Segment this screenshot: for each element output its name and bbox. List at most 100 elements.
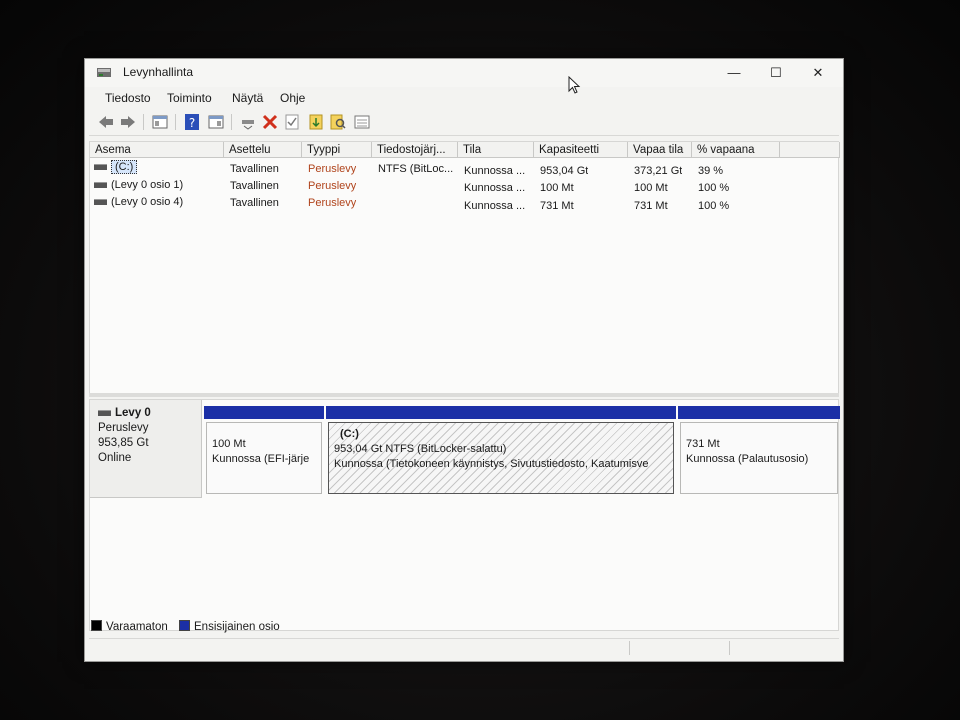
partition-body: 731 Mt Kunnossa (Palautusosio)	[680, 422, 838, 494]
disk-name-row: Levy 0	[98, 406, 201, 421]
check-icon[interactable]	[283, 113, 301, 131]
maximize-button[interactable]: ☐	[759, 62, 793, 84]
partition-size: 100 Mt	[212, 438, 246, 450]
layout-cell: Tavallinen	[230, 197, 279, 209]
menu-toiminto[interactable]: Toiminto	[167, 91, 212, 105]
search-icon[interactable]	[329, 113, 347, 131]
toolbar-separator	[143, 114, 144, 130]
column-header-tila[interactable]: Tila	[458, 142, 534, 158]
status-cell: Kunnossa ...	[464, 182, 526, 194]
volume-name-cell: (Levy 0 osio 4)	[94, 195, 183, 210]
column-header-prosentti-vapaana[interactable]: % vapaana	[692, 142, 780, 158]
legend-swatch	[91, 620, 102, 631]
volume-name-cell: (C:)	[94, 160, 138, 175]
partition-label	[212, 427, 316, 437]
drive-icon	[94, 182, 107, 189]
delete-icon[interactable]	[261, 113, 279, 131]
forward-icon[interactable]	[119, 113, 137, 131]
volume-list: Asema Asettelu Tyyppi Tiedostojärj... Ti…	[89, 141, 840, 395]
partition-efi[interactable]: 100 Mt Kunnossa (EFI-järje	[204, 406, 324, 498]
menu-bar: Tiedosto Toiminto Näytä Ohje	[85, 87, 843, 109]
menu-tiedosto[interactable]: Tiedosto	[105, 91, 151, 105]
column-header-tiedostojarjestelma[interactable]: Tiedostojärj...	[372, 142, 458, 158]
legend-item-unallocated: Varaamaton	[91, 620, 168, 633]
free-space-cell: 731 Mt	[634, 200, 668, 212]
legend-label: Ensisijainen osio	[194, 621, 280, 633]
legend-item-primary: Ensisijainen osio	[179, 620, 280, 633]
column-header-tyyppi[interactable]: Tyyppi	[302, 142, 372, 158]
capacity-cell: 100 Mt	[540, 182, 574, 194]
menu-nayta[interactable]: Näytä	[232, 91, 263, 105]
volume-name: (Levy 0 osio 4)	[111, 196, 184, 208]
toolbar: ?	[89, 109, 839, 136]
pane-splitter[interactable]	[89, 393, 839, 397]
status-segment	[629, 641, 630, 655]
legend-label: Varaamaton	[106, 621, 168, 633]
status-cell: Kunnossa ...	[464, 165, 526, 177]
close-button[interactable]: ✕	[801, 62, 835, 84]
volume-name: (Levy 0 osio 1)	[111, 179, 184, 191]
primary-partition-bar	[326, 406, 676, 419]
partition-label	[686, 427, 832, 437]
partition-size: 731 Mt	[686, 438, 720, 450]
column-header-kapasiteetti[interactable]: Kapasiteetti	[534, 142, 628, 158]
partition-label: (C:)	[340, 428, 359, 440]
layout-cell: Tavallinen	[230, 180, 279, 192]
column-header-vapaa-tila[interactable]: Vapaa tila	[628, 142, 692, 158]
partition-body: (C:) 953,04 Gt NTFS (BitLocker-salattu) …	[328, 422, 674, 494]
disk-size: 953,85 Gt	[98, 437, 149, 449]
status-segment	[729, 641, 730, 655]
disk-map: Levy 0 Peruslevy 953,85 Gt Online 100 Mt…	[89, 399, 840, 631]
percent-free-cell: 39 %	[698, 165, 724, 177]
partition-status: Kunnossa (Tietokoneen käynnistys, Sivutu…	[334, 458, 649, 470]
mouse-pointer-icon	[568, 76, 581, 94]
status-bar	[89, 638, 839, 657]
column-header-empty	[780, 142, 840, 158]
window-title: Levynhallinta	[123, 65, 194, 79]
drive-icon	[94, 199, 107, 206]
toolbar-separator	[231, 114, 232, 130]
type-cell: Peruslevy	[308, 180, 357, 192]
partition-c[interactable]: (C:) 953,04 Gt NTFS (BitLocker-salattu) …	[326, 406, 676, 498]
help-icon[interactable]: ?	[183, 113, 201, 131]
import-icon[interactable]	[307, 113, 325, 131]
disk-management-app-icon	[97, 68, 111, 77]
disk-type: Peruslevy	[98, 422, 149, 434]
partition-size: 953,04 Gt NTFS (BitLocker-salattu)	[334, 443, 507, 455]
back-icon[interactable]	[97, 113, 115, 131]
properties-icon[interactable]	[207, 113, 225, 131]
connect-icon[interactable]	[239, 113, 257, 131]
disk-info[interactable]: Levy 0 Peruslevy 953,85 Gt Online	[90, 400, 202, 498]
type-cell: Peruslevy	[308, 163, 357, 175]
disk-state: Online	[98, 452, 132, 464]
drive-icon	[98, 409, 111, 416]
percent-free-cell: 100 %	[698, 200, 730, 212]
list-view-icon[interactable]	[353, 113, 371, 131]
percent-free-cell: 100 %	[698, 182, 730, 194]
title-bar[interactable]: Levynhallinta — ☐ ✕	[85, 59, 843, 87]
console-tree-icon[interactable]	[151, 113, 169, 131]
partition-status: Kunnossa (Palautusosio)	[686, 453, 809, 465]
volume-name-cell: (Levy 0 osio 1)	[94, 178, 183, 193]
column-header-asema[interactable]: Asema	[90, 142, 224, 158]
primary-partition-bar	[678, 406, 840, 419]
menu-ohje[interactable]: Ohje	[280, 91, 305, 105]
layout-cell: Tavallinen	[230, 163, 279, 175]
primary-partition-bar	[204, 406, 324, 419]
free-space-cell: 100 Mt	[634, 182, 668, 194]
column-header-asettelu[interactable]: Asettelu	[224, 142, 302, 158]
legend-swatch	[179, 620, 190, 631]
type-cell: Peruslevy	[308, 197, 357, 209]
legend: Varaamaton Ensisijainen osio	[89, 617, 839, 637]
filesystem-cell: NTFS (BitLoc...	[378, 163, 454, 175]
partition-status: Kunnossa (EFI-järje	[212, 453, 310, 465]
disk-name: Levy 0	[115, 407, 151, 419]
capacity-cell: 731 Mt	[540, 200, 574, 212]
partition-recovery[interactable]: 731 Mt Kunnossa (Palautusosio)	[678, 406, 840, 498]
partition-body: 100 Mt Kunnossa (EFI-järje	[206, 422, 322, 494]
disk-management-window: Levynhallinta — ☐ ✕ Tiedosto Toiminto Nä…	[84, 58, 844, 662]
capacity-cell: 953,04 Gt	[540, 165, 589, 177]
volume-name: (C:)	[111, 160, 138, 174]
status-cell: Kunnossa ...	[464, 200, 526, 212]
minimize-button[interactable]: —	[717, 62, 751, 84]
